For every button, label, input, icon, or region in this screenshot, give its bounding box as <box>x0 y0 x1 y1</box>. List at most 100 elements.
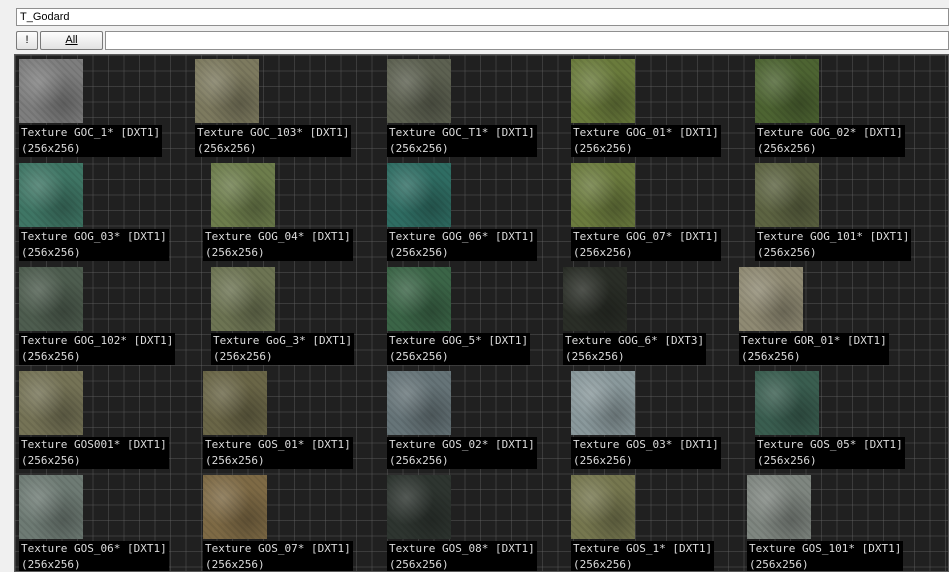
texture-name: Texture GOC_1* [DXT1] <box>21 126 161 139</box>
texture-name: Texture GOS_1* [DXT1] <box>573 542 713 555</box>
texture-size: (256x256) <box>21 142 81 155</box>
texture-thumbnail[interactable] <box>19 267 83 331</box>
texture-thumbnail[interactable] <box>755 163 819 227</box>
texture-size: (256x256) <box>757 142 817 155</box>
texture-caption: Texture GoG_3* [DXT1] (256x256) <box>211 333 355 365</box>
texture-thumbnail[interactable] <box>387 59 451 123</box>
texture-size: (256x256) <box>573 142 633 155</box>
texture-name: Texture GOG_07* [DXT1] <box>573 230 719 243</box>
texture-caption: Texture GOG_102* [DXT1] (256x256) <box>19 333 176 365</box>
texture-caption: Texture GOS001* [DXT1] (256x256) <box>19 437 169 469</box>
texture-size: (256x256) <box>197 142 257 155</box>
texture-thumbnail[interactable] <box>747 475 811 539</box>
texture-caption: Texture GOS_01* [DXT1] (256x256) <box>203 437 353 469</box>
texture-caption: Texture GOC_T1* [DXT1] (256x256) <box>387 125 537 157</box>
texture-caption: Texture GOS_03* [DXT1] (256x256) <box>571 437 721 469</box>
texture-caption: Texture GOS_1* [DXT1] (256x256) <box>571 541 715 571</box>
texture-thumbnail[interactable] <box>19 371 83 435</box>
texture-thumbnail[interactable] <box>387 163 451 227</box>
texture-size: (256x256) <box>757 246 817 259</box>
texture-thumbnail[interactable] <box>571 163 635 227</box>
texture-name: Texture GOG_04* [DXT1] <box>205 230 351 243</box>
texture-name: Texture GOS_03* [DXT1] <box>573 438 719 451</box>
texture-size: (256x256) <box>389 350 449 363</box>
texture-size: (256x256) <box>565 350 625 363</box>
texture-thumbnail[interactable] <box>211 267 275 331</box>
package-name-field[interactable] <box>16 8 949 26</box>
texture-name: Texture GOS_06* [DXT1] <box>21 542 167 555</box>
texture-thumbnail[interactable] <box>739 267 803 331</box>
texture-thumbnail[interactable] <box>563 267 627 331</box>
texture-size: (256x256) <box>205 454 265 467</box>
texture-name: Texture GOS_02* [DXT1] <box>389 438 535 451</box>
texture-thumbnail[interactable] <box>387 475 451 539</box>
texture-name: Texture GOG_02* [DXT1] <box>757 126 903 139</box>
filter-input[interactable] <box>105 31 949 50</box>
texture-name: Texture GoG_3* [DXT1] <box>213 334 353 347</box>
texture-caption: Texture GOS_05* [DXT1] (256x256) <box>755 437 905 469</box>
texture-size: (256x256) <box>21 558 81 571</box>
texture-name: Texture GOC_T1* [DXT1] <box>389 126 535 139</box>
texture-name: Texture GOS001* [DXT1] <box>21 438 167 451</box>
texture-size: (256x256) <box>21 454 81 467</box>
texture-name: Texture GOG_06* [DXT1] <box>389 230 535 243</box>
texture-size: (256x256) <box>749 558 809 571</box>
texture-name: Texture GOR_01* [DXT1] <box>741 334 887 347</box>
texture-thumbnail[interactable] <box>19 163 83 227</box>
texture-caption: Texture GOS_02* [DXT1] (256x256) <box>387 437 537 469</box>
texture-caption: Texture GOS_06* [DXT1] (256x256) <box>19 541 169 571</box>
texture-name: Texture GOG_6* [DXT3] <box>565 334 705 347</box>
texture-thumbnail[interactable] <box>211 163 275 227</box>
texture-name: Texture GOC_103* [DXT1] <box>197 126 350 139</box>
texture-size: (256x256) <box>741 350 801 363</box>
texture-thumbnail[interactable] <box>755 59 819 123</box>
texture-caption: Texture GOS_07* [DXT1] (256x256) <box>203 541 353 571</box>
texture-size: (256x256) <box>389 246 449 259</box>
texture-caption: Texture GOG_06* [DXT1] (256x256) <box>387 229 537 261</box>
texture-size: (256x256) <box>389 454 449 467</box>
texture-size: (256x256) <box>389 142 449 155</box>
texture-name: Texture GOG_01* [DXT1] <box>573 126 719 139</box>
texture-caption: Texture GOG_07* [DXT1] (256x256) <box>571 229 721 261</box>
texture-browser[interactable]: Texture GOC_1* [DXT1] (256x256) Texture GO… <box>14 54 949 572</box>
texture-caption: Texture GOG_02* [DXT1] (256x256) <box>755 125 905 157</box>
texture-name: Texture GOS_101* [DXT1] <box>749 542 902 555</box>
texture-thumbnail[interactable] <box>387 267 451 331</box>
texture-size: (256x256) <box>389 558 449 571</box>
texture-caption: Texture GOS_101* [DXT1] (256x256) <box>747 541 904 571</box>
texture-thumbnail[interactable] <box>387 371 451 435</box>
texture-name: Texture GOG_101* [DXT1] <box>757 230 910 243</box>
texture-caption: Texture GOG_6* [DXT3] (256x256) <box>563 333 707 365</box>
texture-size: (256x256) <box>573 246 633 259</box>
texture-thumbnail[interactable] <box>755 371 819 435</box>
texture-thumbnail[interactable] <box>571 475 635 539</box>
texture-thumbnail[interactable] <box>19 59 83 123</box>
texture-size: (256x256) <box>21 350 81 363</box>
texture-caption: Texture GOG_04* [DXT1] (256x256) <box>203 229 353 261</box>
texture-caption: Texture GOS_08* [DXT1] (256x256) <box>387 541 537 571</box>
texture-name: Texture GOS_07* [DXT1] <box>205 542 351 555</box>
texture-caption: Texture GOG_01* [DXT1] (256x256) <box>571 125 721 157</box>
texture-caption: Texture GOC_103* [DXT1] (256x256) <box>195 125 352 157</box>
texture-thumbnail[interactable] <box>203 475 267 539</box>
all-button[interactable]: All <box>40 31 103 50</box>
texture-size: (256x256) <box>205 558 265 571</box>
texture-thumbnail[interactable] <box>19 475 83 539</box>
texture-size: (256x256) <box>213 350 273 363</box>
texture-caption: Texture GOR_01* [DXT1] (256x256) <box>739 333 889 365</box>
texture-name: Texture GOS_01* [DXT1] <box>205 438 351 451</box>
texture-thumbnail[interactable] <box>571 371 635 435</box>
texture-size: (256x256) <box>205 246 265 259</box>
texture-name: Texture GOS_05* [DXT1] <box>757 438 903 451</box>
exclaim-button[interactable]: ! <box>16 31 38 50</box>
texture-thumbnail[interactable] <box>195 59 259 123</box>
texture-size: (256x256) <box>21 246 81 259</box>
texture-size: (256x256) <box>573 558 633 571</box>
texture-name: Texture GOG_102* [DXT1] <box>21 334 174 347</box>
texture-caption: Texture GOC_1* [DXT1] (256x256) <box>19 125 163 157</box>
texture-thumbnail[interactable] <box>571 59 635 123</box>
texture-thumbnail[interactable] <box>203 371 267 435</box>
texture-caption: Texture GOG_03* [DXT1] (256x256) <box>19 229 169 261</box>
texture-name: Texture GOS_08* [DXT1] <box>389 542 535 555</box>
texture-size: (256x256) <box>757 454 817 467</box>
